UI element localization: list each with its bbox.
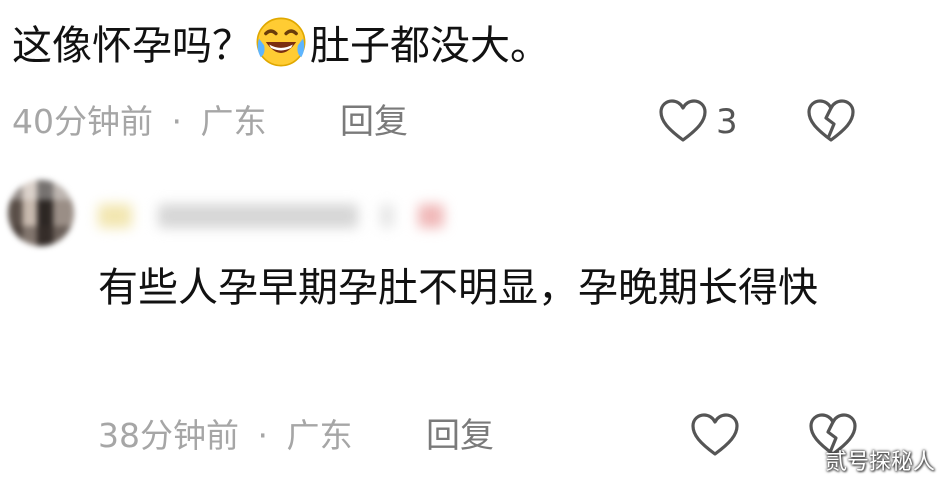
- reply-button[interactable]: 回复: [426, 416, 494, 456]
- comment-time: 40分钟前: [12, 102, 153, 141]
- like-heart-icon[interactable]: [658, 98, 708, 144]
- comment-meta: 40分钟前 · 广东: [12, 102, 267, 142]
- dislike-broken-heart-icon[interactable]: [806, 98, 856, 144]
- comment-text: 这像怀孕吗？ 肚子都没大。: [12, 8, 550, 84]
- comment-text: 有些人孕早期孕肚不明显，孕晚期长得快: [98, 265, 818, 311]
- meta-separator: ·: [171, 102, 183, 141]
- like-heart-icon[interactable]: [690, 412, 740, 458]
- meta-separator: ·: [257, 416, 269, 455]
- like-count: 3: [716, 102, 738, 142]
- comment-time: 38分钟前: [98, 416, 239, 455]
- avatar[interactable]: [8, 180, 74, 246]
- comment-text-part: 这像怀孕吗？: [12, 23, 252, 69]
- watermark: 贰号探秘人: [824, 450, 935, 475]
- username-blurred[interactable]: [98, 198, 458, 234]
- comment-location: 广东: [200, 102, 267, 141]
- comment-text-part: 肚子都没大。: [310, 23, 550, 69]
- reply-button[interactable]: 回复: [340, 102, 408, 142]
- comment-location: 广东: [286, 416, 353, 455]
- comment-meta: 38分钟前 · 广东: [98, 416, 353, 456]
- laughing-crying-emoji-icon: [256, 17, 306, 67]
